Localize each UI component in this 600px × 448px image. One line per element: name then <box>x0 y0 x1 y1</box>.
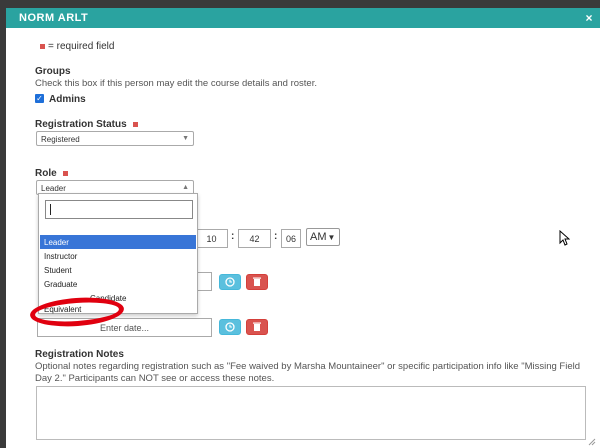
chevron-down-icon: ▼ <box>327 233 336 242</box>
registration-notes-textarea[interactable] <box>36 386 586 440</box>
time-separator: : <box>231 231 235 242</box>
role-dropdown: Leader Instructor Student Graduate Candi… <box>38 193 198 314</box>
close-icon[interactable]: × <box>582 11 596 25</box>
role-value: Leader <box>41 184 66 193</box>
dialog-title: NORM ARLT <box>19 12 89 24</box>
minute-input[interactable]: 42 <box>238 229 271 248</box>
role-label-text: Role <box>35 168 57 179</box>
trash-icon <box>253 277 261 286</box>
chevron-down-icon: ▼ <box>182 135 189 142</box>
dialog-titlebar: NORM ARLT × <box>6 8 600 28</box>
edit-participant-dialog: NORM ARLT × = required field Groups Chec… <box>6 8 600 448</box>
ampm-select[interactable]: AM▼ <box>306 228 340 246</box>
delete-button[interactable] <box>246 319 268 335</box>
clock-icon <box>225 277 235 287</box>
registration-status-select[interactable]: Registered ▼ <box>36 131 194 146</box>
admins-checkbox[interactable]: ✓ <box>35 94 44 103</box>
registration-notes-label: Registration Notes <box>35 349 124 360</box>
admins-label: Admins <box>49 94 86 105</box>
clock-button[interactable] <box>219 274 241 290</box>
role-option-student[interactable]: Student <box>40 263 196 277</box>
resize-grip-icon[interactable] <box>588 438 596 446</box>
mouse-pointer-icon <box>559 230 570 246</box>
groups-help: Check this box if this person may edit t… <box>35 78 317 89</box>
clock-button[interactable] <box>219 319 241 335</box>
required-marker-icon <box>63 171 69 176</box>
trash-icon <box>253 322 261 331</box>
text-cursor <box>50 204 51 215</box>
registration-status-label-text: Registration Status <box>35 119 127 130</box>
role-label: Role <box>35 168 69 179</box>
required-marker-icon <box>133 122 139 127</box>
checkmark-icon: ✓ <box>36 94 43 103</box>
chevron-up-icon: ▲ <box>182 184 189 191</box>
registration-notes-help: Optional notes regarding registration su… <box>35 361 581 384</box>
ampm-value: AM <box>310 231 327 243</box>
delete-button[interactable] <box>246 274 268 290</box>
second-input[interactable]: 06 <box>281 229 301 248</box>
clock-icon <box>225 322 235 332</box>
hour-input[interactable]: 10 <box>195 229 228 248</box>
role-option-leader[interactable]: Leader <box>40 235 196 249</box>
registration-status-value: Registered <box>41 135 80 144</box>
role-option-instructor[interactable]: Instructor <box>40 249 196 263</box>
time-separator: : <box>274 231 278 242</box>
required-marker-icon <box>40 43 45 49</box>
registration-status-label: Registration Status <box>35 119 139 130</box>
role-option-graduate[interactable]: Graduate <box>40 277 196 291</box>
required-legend: = required field <box>40 41 114 52</box>
required-legend-text: = required field <box>48 41 115 52</box>
groups-label: Groups <box>35 66 71 77</box>
role-search-input[interactable] <box>45 200 193 219</box>
